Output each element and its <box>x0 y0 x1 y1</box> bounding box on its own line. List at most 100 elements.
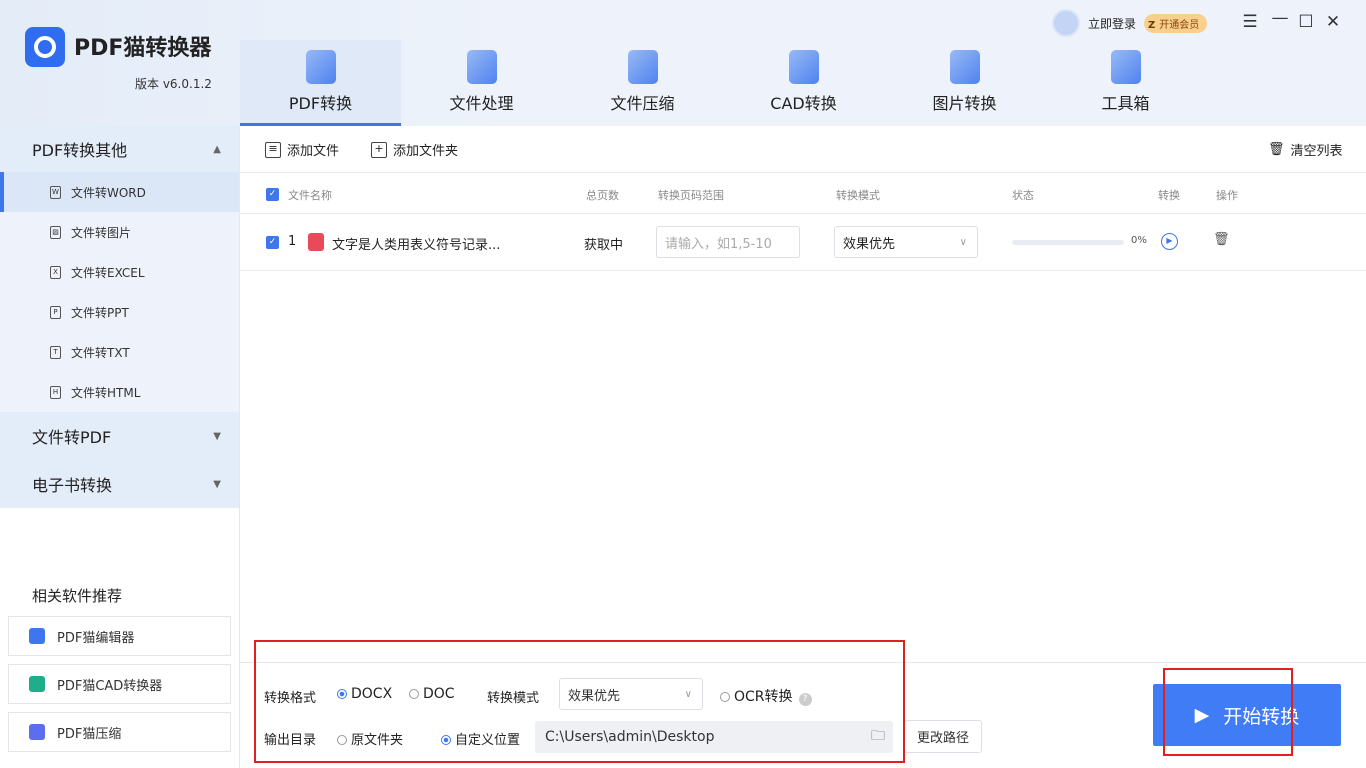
sidebar-item-excel[interactable]: X 文件转EXCEL <box>0 252 239 292</box>
add-folder-label: 添加文件夹 <box>393 144 459 159</box>
pdf-file-icon <box>308 233 324 251</box>
sidebar-item-word[interactable]: W 文件转WORD <box>0 172 239 212</box>
tab-label: 图片转换 <box>932 94 997 113</box>
col-mode: 转换模式 <box>836 189 880 202</box>
recommend-label: PDF猫CAD转换器 <box>57 678 163 694</box>
table-row: ✓ 1 文字是人类用表义符号记录... 获取中 请输入，如1,5-10 效果优先… <box>240 214 1366 271</box>
toolbox-icon <box>1110 50 1141 84</box>
vip-badge-icon: Z <box>1148 19 1156 31</box>
progress-bar <box>1012 240 1124 245</box>
row-index: 1 <box>288 234 297 249</box>
menu-button[interactable]: ☰ <box>1240 12 1260 32</box>
add-file-label: 添加文件 <box>287 144 340 159</box>
image-icon <box>949 50 980 84</box>
add-folder-button[interactable]: + 添加文件夹 <box>371 140 458 159</box>
pen-icon <box>29 628 45 644</box>
login-link[interactable]: 立即登录 <box>1088 15 1136 32</box>
html-icon: H <box>50 385 61 399</box>
col-pages: 总页数 <box>586 189 619 202</box>
section-label: 电子书转换 <box>32 476 113 495</box>
tab-pdf-convert[interactable]: PDF转换 <box>240 40 401 126</box>
close-button[interactable]: ✕ <box>1323 12 1343 32</box>
tab-file-compress[interactable]: 文件压缩 <box>562 40 723 126</box>
txt-icon: T <box>50 345 61 359</box>
vip-button[interactable]: Z 开通会员 <box>1144 13 1208 33</box>
recommend-title: 相关软件推荐 <box>32 587 123 605</box>
avatar[interactable] <box>1052 9 1080 37</box>
recommend-label: PDF猫压缩 <box>57 726 122 742</box>
sidebar-section-pdf-other[interactable]: PDF转换其他 ▲ <box>0 126 239 172</box>
tab-file-process[interactable]: 文件处理 <box>401 40 562 126</box>
chevron-down-icon: ∨ <box>959 236 967 248</box>
highlight-box <box>1163 668 1293 756</box>
item-label: 文件转图片 <box>71 225 132 240</box>
tab-toolbox[interactable]: 工具箱 <box>1045 40 1206 126</box>
sidebar-item-txt[interactable]: T 文件转TXT <box>0 332 239 372</box>
item-label: 文件转PPT <box>71 305 129 320</box>
caret-down-icon: ▼ <box>213 478 221 490</box>
item-label: 文件转HTML <box>71 385 141 400</box>
app-logo-icon <box>25 27 65 67</box>
ppt-icon: P <box>50 305 61 319</box>
highlight-box <box>254 640 905 763</box>
delete-icon[interactable]: 🗑 <box>1213 232 1230 247</box>
minimize-button[interactable]: — <box>1270 8 1290 28</box>
clear-label: 清空列表 <box>1290 144 1343 159</box>
zip-icon <box>627 50 658 84</box>
tab-label: 文件压缩 <box>610 94 675 113</box>
app-version: 版本 v6.0.1.2 <box>135 77 212 91</box>
sidebar-item-html[interactable]: H 文件转HTML <box>0 372 239 412</box>
file-name: 文字是人类用表义符号记录... <box>332 238 501 253</box>
maximize-button[interactable]: ☐ <box>1296 12 1316 32</box>
recommend-compress[interactable]: PDF猫压缩 <box>8 712 231 752</box>
file-gear-icon <box>466 50 497 84</box>
mode-select[interactable]: 效果优先 ∨ <box>834 226 978 258</box>
app-title: PDF猫转换器 <box>74 36 212 61</box>
recommend-pdf-editor[interactable]: PDF猫编辑器 <box>8 616 231 656</box>
clear-list-button[interactable]: 🗑 清空列表 <box>1268 140 1343 159</box>
tab-cad[interactable]: CAD转换 <box>723 40 884 126</box>
col-convert: 转换 <box>1158 189 1180 202</box>
recommend-cad-converter[interactable]: PDF猫CAD转换器 <box>8 664 231 704</box>
col-range: 转换页码范围 <box>658 189 724 202</box>
row-checkbox[interactable]: ✓ <box>266 236 279 249</box>
vip-label: 开通会员 <box>1159 19 1200 31</box>
item-label: 文件转WORD <box>71 185 146 200</box>
play-icon[interactable]: ▶ <box>1161 233 1178 250</box>
pdf-icon <box>305 50 336 84</box>
change-path-button[interactable]: 更改路径 <box>904 720 982 753</box>
col-status: 状态 <box>1012 189 1034 202</box>
section-label: 文件转PDF <box>32 428 112 447</box>
section-label: PDF转换其他 <box>32 141 128 160</box>
user-area: 立即登录 Z 开通会员 <box>1052 8 1208 38</box>
mode-value: 效果优先 <box>843 236 896 252</box>
sidebar-item-ppt[interactable]: P 文件转PPT <box>0 292 239 332</box>
item-label: 文件转EXCEL <box>71 265 145 280</box>
page-count: 获取中 <box>584 238 624 253</box>
item-label: 文件转TXT <box>71 345 130 360</box>
sidebar-item-image[interactable]: ▨ 文件转图片 <box>0 212 239 252</box>
tab-label: 文件处理 <box>449 94 514 113</box>
add-file-icon: ≡ <box>265 141 281 158</box>
word-icon: W <box>50 185 61 199</box>
trash-icon: 🗑 <box>1268 142 1285 157</box>
select-all-checkbox[interactable]: ✓ <box>266 188 279 201</box>
tab-image[interactable]: 图片转换 <box>884 40 1045 126</box>
cad-app-icon <box>29 676 45 692</box>
col-name: 文件名称 <box>288 189 332 202</box>
table-header: ✓ 文件名称 总页数 转换页码范围 转换模式 状态 转换 操作 <box>240 172 1366 214</box>
add-file-button[interactable]: ≡ 添加文件 <box>265 140 339 159</box>
col-action: 操作 <box>1216 189 1238 202</box>
add-folder-icon: + <box>371 141 387 158</box>
progress-text: 0% <box>1131 235 1147 246</box>
tab-label: 工具箱 <box>1101 94 1150 113</box>
excel-icon: X <box>50 265 61 279</box>
caret-down-icon: ▼ <box>213 430 221 442</box>
tab-label: PDF转换 <box>288 94 353 113</box>
sidebar-section-to-pdf[interactable]: 文件转PDF ▼ <box>0 412 239 460</box>
compress-app-icon <box>29 724 45 740</box>
sidebar-section-ebook[interactable]: 电子书转换 ▼ <box>0 460 239 508</box>
tab-label: CAD转换 <box>770 94 837 113</box>
page-range-input[interactable]: 请输入，如1,5-10 <box>656 226 800 258</box>
caret-up-icon: ▲ <box>213 143 221 155</box>
